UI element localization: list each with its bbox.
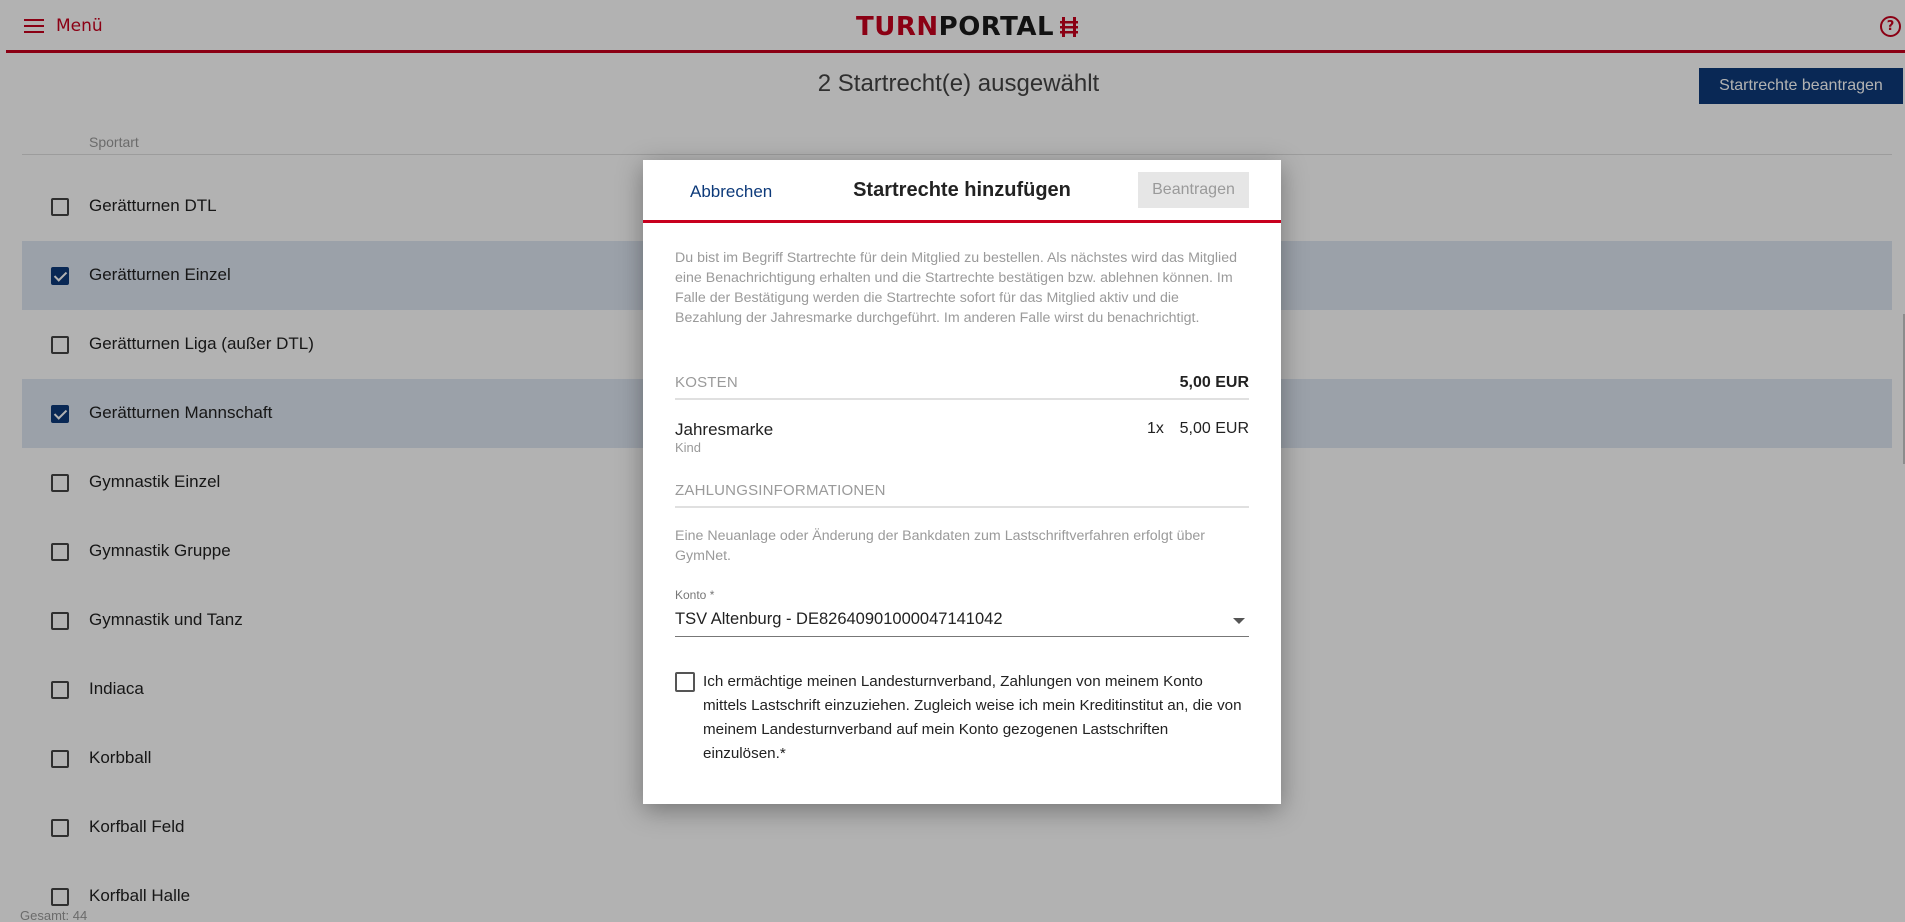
dialog-header: Startrechte hinzufügen Abbrechen Beantra… — [643, 160, 1281, 223]
costs-title: KOSTEN — [675, 374, 738, 391]
cancel-button[interactable]: Abbrechen — [690, 182, 772, 202]
cost-item-quantity: 1x — [1147, 420, 1164, 437]
consent-text: Ich ermächtige meinen Landesturnverband,… — [703, 673, 1242, 762]
account-value: TSV Altenburg - DE82640901000047141042 — [675, 610, 1003, 628]
caret-down-icon — [1233, 618, 1245, 624]
cost-item-category: Kind — [675, 440, 702, 455]
costs-total: 5,00 EUR — [1179, 374, 1249, 391]
account-label: Konto * — [675, 588, 715, 602]
account-select[interactable]: TSV Altenburg - DE82640901000047141042 — [675, 606, 1249, 637]
consent-checkbox[interactable] — [675, 672, 695, 692]
add-startrechte-dialog: Startrechte hinzufügen Abbrechen Beantra… — [643, 160, 1281, 804]
cost-item-price: 5,00 EUR — [1179, 420, 1249, 437]
costs-section-header: KOSTEN 5,00 EUR — [675, 372, 1249, 400]
cost-item-name: Jahresmarke — [675, 420, 774, 439]
payment-title: ZAHLUNGSINFORMATIONEN — [675, 482, 886, 499]
payment-section-header: ZAHLUNGSINFORMATIONEN — [675, 480, 1249, 508]
submit-button[interactable]: Beantragen — [1138, 172, 1249, 208]
payment-note: Eine Neuanlage oder Änderung der Bankdat… — [675, 528, 1205, 564]
dialog-intro-text: Du bist im Begriff Startrechte für dein … — [675, 250, 1237, 326]
